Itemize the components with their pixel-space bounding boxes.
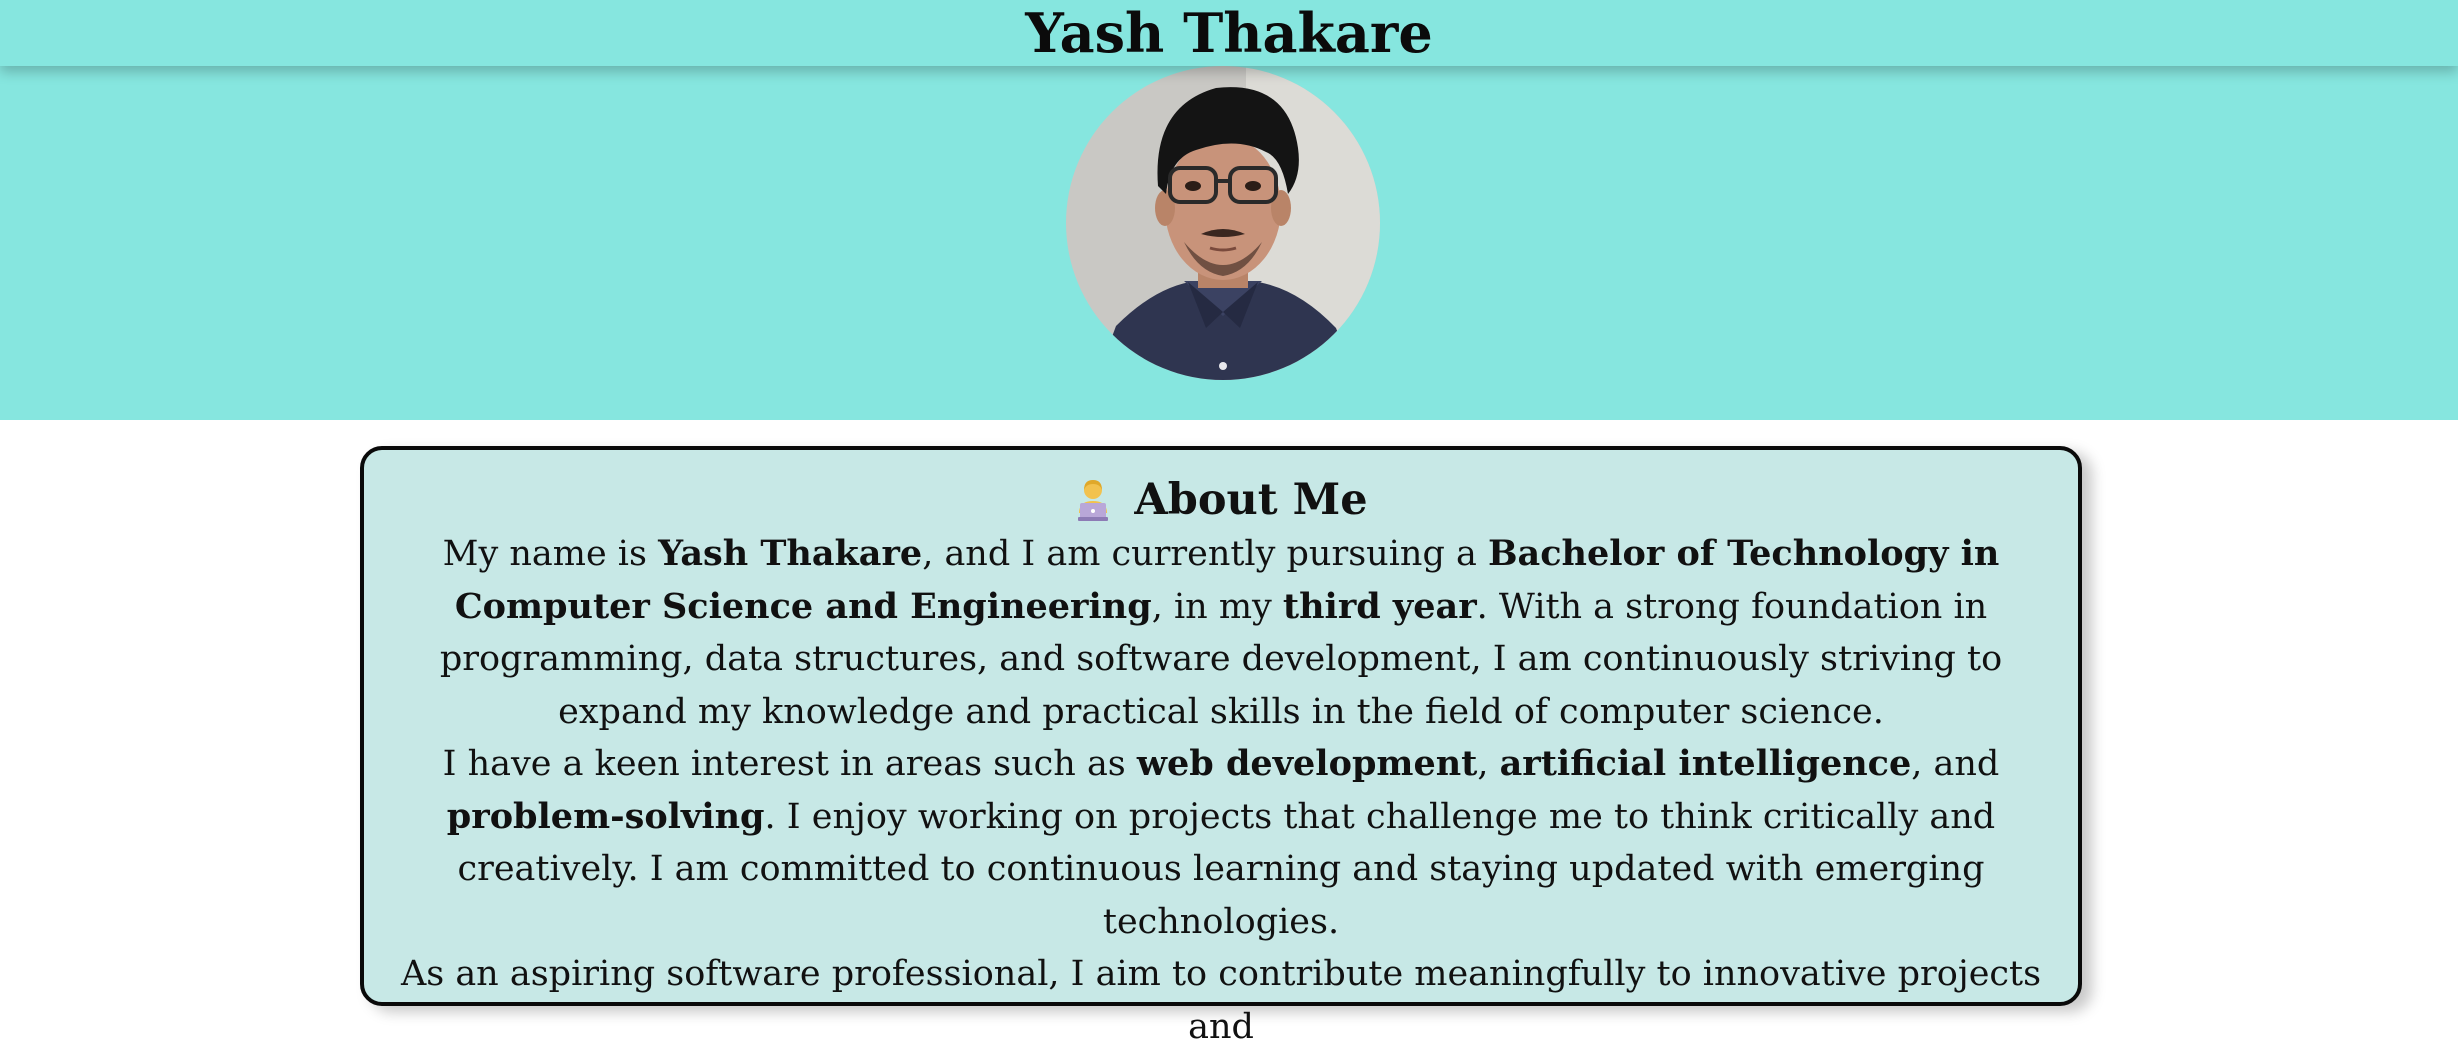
highlight-interest: artificial intelligence <box>1499 743 1912 784</box>
about-body: My name is Yash Thakare, and I am curren… <box>390 528 2052 1053</box>
text-segment: My name is <box>442 534 659 574</box>
about-section: About Me My name is Yash Thakare, and I … <box>360 446 2082 1047</box>
text-segment: I have a keen interest in areas such as <box>442 744 1137 784</box>
profile-photo <box>1066 66 1380 380</box>
text-segment: , and I am currently pursuing a <box>922 534 1488 574</box>
about-paragraph-3: As an aspiring software professional, I … <box>390 948 2052 1053</box>
about-heading-text: About Me <box>1134 475 1368 525</box>
highlight-year: third year <box>1282 585 1477 627</box>
text-segment: , <box>1477 744 1500 784</box>
about-paragraph-2: I have a keen interest in areas such as … <box>390 738 2052 948</box>
site-header: Yash Thakare <box>0 0 2458 66</box>
about-heading: About Me <box>390 472 2052 528</box>
about-paragraph-1: My name is Yash Thakare, and I am curren… <box>390 528 2052 738</box>
technologist-icon <box>1074 477 1112 523</box>
text-segment: , and <box>1911 744 2000 784</box>
text-segment: , in my <box>1151 586 1283 627</box>
highlight-interest: web development <box>1136 743 1478 784</box>
highlight-interest: problem-solving <box>446 795 765 837</box>
highlight-name: Yash Thakare <box>658 533 923 574</box>
site-title: Yash Thakare <box>1025 1 1433 65</box>
